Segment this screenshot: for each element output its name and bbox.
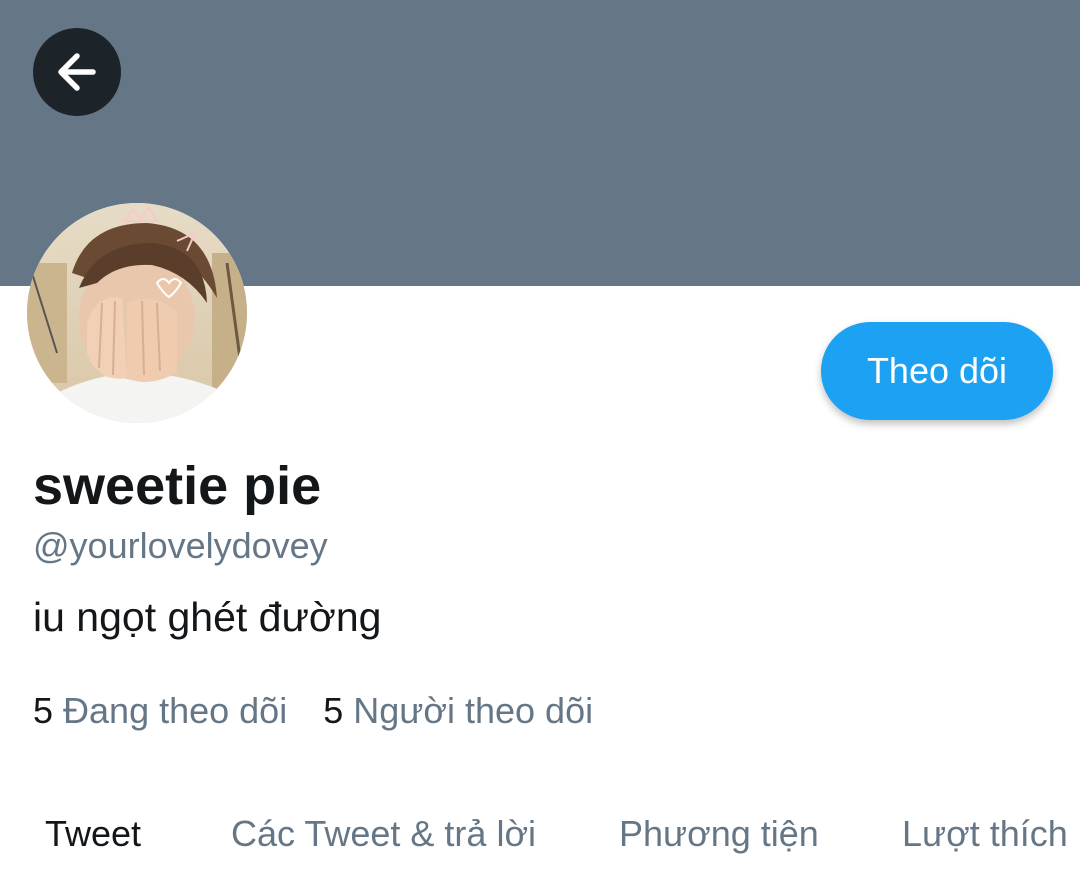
followers-label: Người theo dõi xyxy=(353,690,594,731)
following-stat[interactable]: 5 Đang theo dõi xyxy=(33,690,287,732)
following-label: Đang theo dõi xyxy=(63,690,288,731)
tab-tweets[interactable]: Tweet xyxy=(45,813,141,855)
display-name: sweetie pie xyxy=(33,456,322,516)
tab-media[interactable]: Phương tiện xyxy=(619,813,819,855)
username-handle: @yourlovelydovey xyxy=(33,525,328,566)
avatar-photo xyxy=(27,203,247,423)
avatar[interactable] xyxy=(27,203,247,423)
profile-stats: 5 Đang theo dõi 5 Người theo dõi xyxy=(33,690,593,732)
profile-tabs: Tweet Các Tweet & trả lời Phương tiện Lư… xyxy=(0,813,1080,863)
followers-stat[interactable]: 5 Người theo dõi xyxy=(323,690,593,732)
followers-count: 5 xyxy=(323,690,344,731)
profile-bio: iu ngọt ghét đường xyxy=(33,594,382,640)
profile-page: Theo dõi sweetie pie @yourlovelydovey iu… xyxy=(0,0,1080,887)
following-count: 5 xyxy=(33,690,54,731)
tab-tweets-and-replies[interactable]: Các Tweet & trả lời xyxy=(231,813,536,855)
follow-button[interactable]: Theo dõi xyxy=(821,322,1053,420)
back-button[interactable] xyxy=(33,28,121,116)
tab-likes[interactable]: Lượt thích xyxy=(902,813,1068,855)
arrow-left-icon xyxy=(58,53,96,91)
